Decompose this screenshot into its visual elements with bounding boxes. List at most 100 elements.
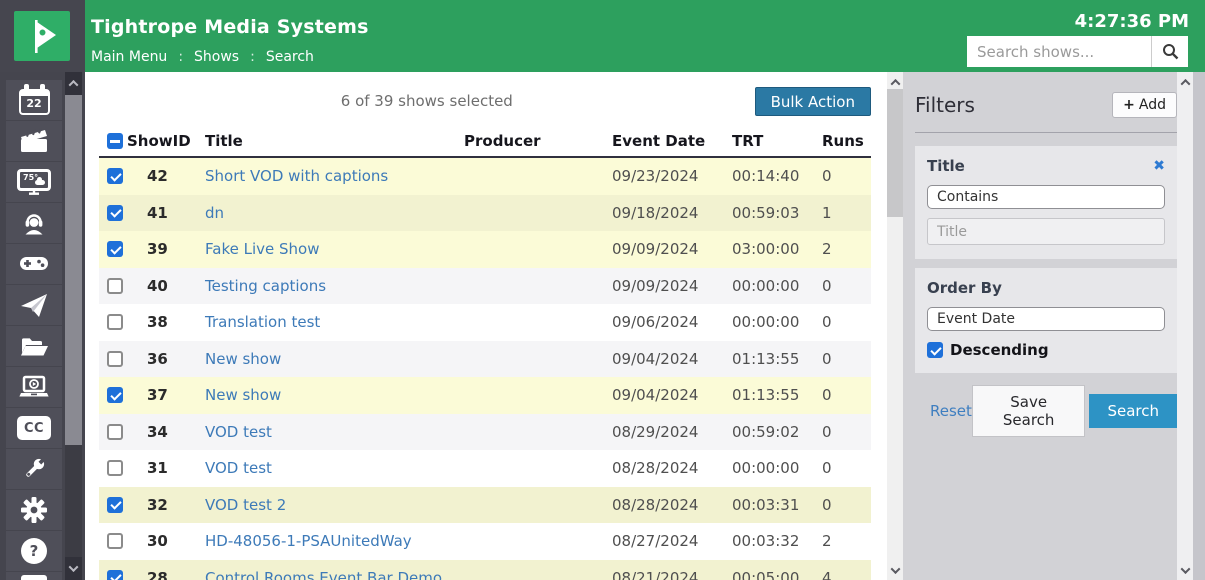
sidebar-scroll-up-arrow[interactable] (65, 72, 82, 95)
show-title-link[interactable]: Fake Live Show (205, 240, 464, 258)
cell-runs: 0 (822, 386, 871, 404)
panel-scroll-up-arrow[interactable] (1177, 74, 1193, 90)
column-header-show-id[interactable]: ShowID (127, 132, 205, 150)
cell-show-id: 39 (127, 240, 205, 258)
bulk-action-button[interactable]: Bulk Action (755, 87, 871, 116)
column-header-event-date[interactable]: Event Date (612, 132, 732, 150)
sidebar-item-help[interactable]: ? (6, 531, 62, 571)
sidebar-scroll-thumb[interactable] (65, 95, 82, 445)
list-scroll-thumb[interactable] (887, 89, 903, 217)
show-title-link[interactable]: Testing captions (205, 277, 464, 295)
sidebar-item-files[interactable] (6, 326, 62, 366)
gear-icon (20, 496, 48, 524)
show-title-link[interactable]: VOD test (205, 423, 464, 441)
sidebar-scroll-down-arrow[interactable] (65, 557, 82, 580)
column-header-producer[interactable]: Producer (464, 132, 612, 150)
order-by-card: Order By Event Date Descending (915, 268, 1177, 373)
column-header-title[interactable]: Title (205, 132, 464, 150)
sidebar-item-captions[interactable]: CC (6, 408, 62, 448)
show-title-link[interactable]: HD-48056-1-PSAUnitedWay (205, 532, 464, 550)
show-title-link[interactable]: New show (205, 350, 464, 368)
search-button[interactable] (1151, 36, 1188, 67)
descending-checkbox[interactable] (927, 342, 943, 358)
row-checkbox[interactable] (107, 205, 123, 221)
list-scroll-up-arrow[interactable] (887, 74, 903, 90)
filters-region: Filters + Add Title ✖ Contains Order By … (903, 72, 1205, 580)
close-icon[interactable]: ✖ (1153, 158, 1165, 174)
breadcrumb-search[interactable]: Search (266, 49, 314, 65)
cell-runs: 0 (822, 313, 871, 331)
row-checkbox[interactable] (107, 424, 123, 440)
sidebar-item-vod[interactable] (6, 367, 62, 407)
show-title-link[interactable]: New show (205, 386, 464, 404)
select-all-checkbox[interactable] (107, 133, 123, 149)
row-checkbox[interactable] (107, 387, 123, 403)
cell-show-id: 31 (127, 459, 205, 477)
search-submit-button[interactable]: Search (1089, 394, 1177, 428)
breadcrumb-shows[interactable]: Shows (194, 49, 239, 65)
column-header-runs[interactable]: Runs (822, 132, 871, 150)
row-checkbox[interactable] (107, 497, 123, 513)
row-checkbox[interactable] (107, 241, 123, 257)
cell-trt: 00:59:02 (732, 423, 822, 441)
sidebar-item-shows[interactable] (6, 121, 62, 161)
reset-link[interactable]: Reset (930, 402, 972, 420)
cell-trt: 00:00:00 (732, 459, 822, 477)
sidebar-item-settings[interactable] (6, 490, 62, 530)
filters-heading: Filters (915, 93, 975, 117)
show-title-link[interactable]: VOD test 2 (205, 496, 464, 514)
cell-event-date: 09/09/2024 (612, 240, 732, 258)
shows-list-pane: 6 of 39 shows selected Bulk Action ShowI… (85, 72, 903, 580)
show-title-link[interactable]: Control Rooms Event Bar Demo (205, 569, 464, 580)
breadcrumb-main-menu[interactable]: Main Menu (91, 49, 167, 65)
monitor-weather-icon: 75° (17, 169, 51, 196)
title-operator-select[interactable]: Contains (927, 185, 1165, 209)
table-row: 41 dn 09/18/2024 00:59:03 1 (99, 195, 871, 232)
row-checkbox[interactable] (107, 168, 123, 184)
row-checkbox[interactable] (107, 460, 123, 476)
cell-trt: 00:03:31 (732, 496, 822, 514)
app-logo[interactable] (14, 11, 70, 61)
sidebar-item-games[interactable] (6, 244, 62, 284)
sidebar-item-more[interactable] (6, 572, 62, 580)
row-checkbox[interactable] (107, 570, 123, 580)
sidebar-item-schedule[interactable]: 22 (6, 80, 62, 120)
order-by-select[interactable]: Event Date (927, 307, 1165, 331)
sidebar-item-tools[interactable] (6, 449, 62, 489)
table-row: 28 Control Rooms Event Bar Demo 08/21/20… (99, 560, 871, 580)
show-title-link[interactable]: Short VOD with captions (205, 167, 464, 185)
sidebar-scrollbar[interactable] (65, 72, 82, 580)
cell-show-id: 28 (127, 569, 205, 580)
show-title-link[interactable]: dn (205, 204, 464, 222)
filters-panel: Filters + Add Title ✖ Contains Order By … (903, 72, 1177, 580)
selection-summary: 6 of 39 shows selected (99, 92, 755, 110)
cell-show-id: 40 (127, 277, 205, 295)
column-header-trt[interactable]: TRT (732, 132, 822, 150)
list-scroll-down-arrow[interactable] (887, 562, 903, 578)
sidebar-item-carousel-bulletins[interactable]: 75° (6, 162, 62, 202)
show-title-link[interactable]: Translation test (205, 313, 464, 331)
sidebar-item-support[interactable] (6, 203, 62, 243)
sidebar-item-publish[interactable] (6, 285, 62, 325)
cell-trt: 00:00:00 (732, 313, 822, 331)
panel-scroll-down-arrow[interactable] (1177, 562, 1193, 578)
show-title-link[interactable]: VOD test (205, 459, 464, 477)
add-filter-button[interactable]: + Add (1112, 92, 1177, 118)
page-title: Tightrope Media Systems (91, 16, 369, 38)
title-filter-input[interactable] (927, 218, 1165, 245)
table-row: 37 New show 09/04/2024 01:13:55 0 (99, 377, 871, 414)
list-scrollbar[interactable] (887, 72, 903, 580)
row-checkbox[interactable] (107, 314, 123, 330)
row-checkbox[interactable] (107, 533, 123, 549)
row-checkbox[interactable] (107, 278, 123, 294)
panel-scrollbar[interactable] (1177, 72, 1193, 580)
cell-runs: 0 (822, 459, 871, 477)
panel-divider (915, 132, 1177, 133)
save-search-button[interactable]: Save Search (972, 385, 1086, 437)
logo-block (0, 0, 85, 72)
cell-show-id: 41 (127, 204, 205, 222)
row-checkbox[interactable] (107, 351, 123, 367)
search-input[interactable] (967, 36, 1151, 67)
cell-runs: 0 (822, 167, 871, 185)
headset-person-icon (20, 209, 48, 237)
